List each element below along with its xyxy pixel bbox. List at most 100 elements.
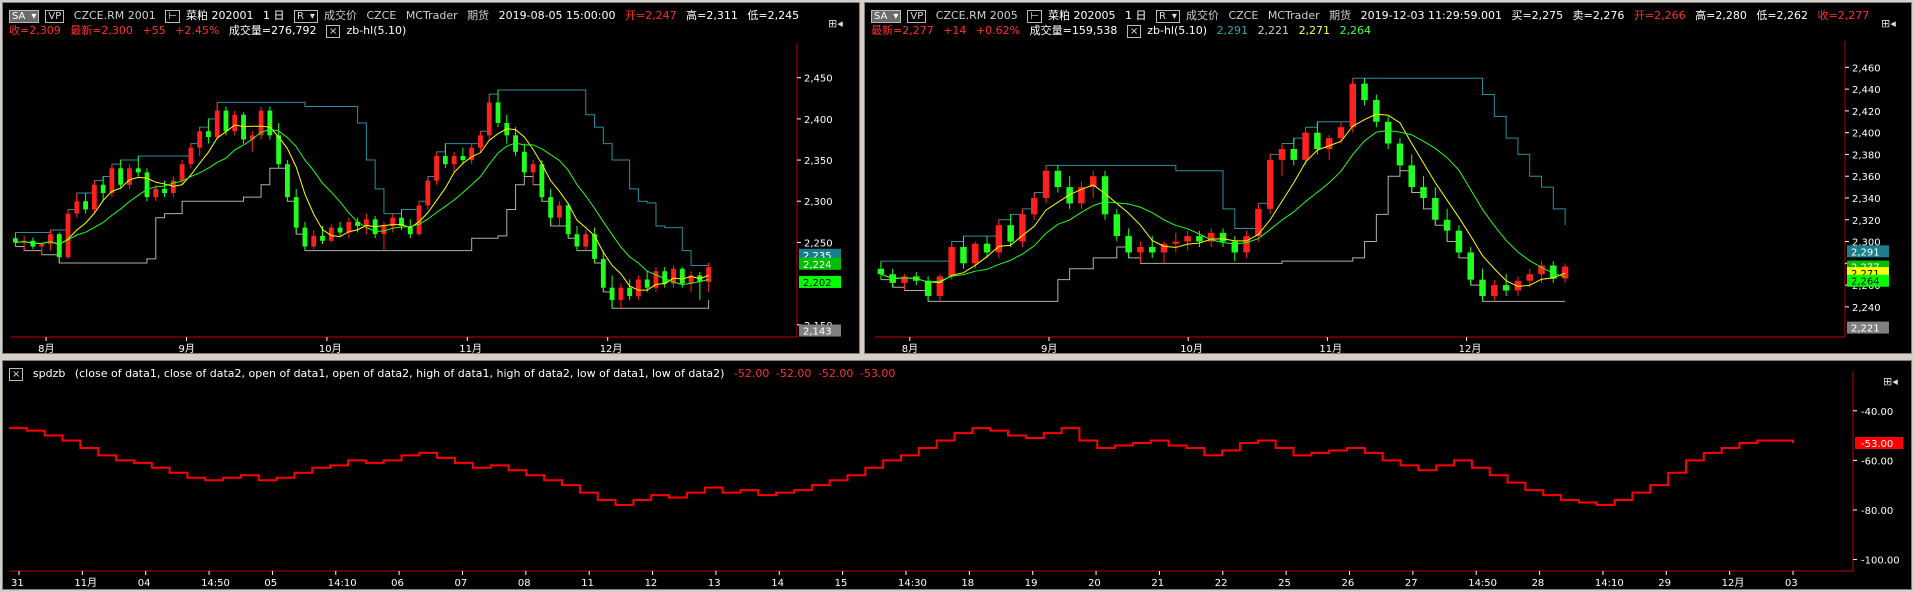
candle-body — [153, 188, 159, 198]
candle-body — [1314, 132, 1321, 149]
candle-body — [1373, 99, 1380, 122]
y-tick-label: 2,360 — [1852, 172, 1881, 183]
y-tick-label: 2,400 — [804, 115, 833, 126]
candle-body — [530, 164, 536, 173]
price-tag-label: 2,221 — [1851, 324, 1880, 335]
candle-body — [960, 246, 967, 264]
candle-body — [39, 244, 45, 247]
candle-body — [65, 213, 71, 258]
candle-body — [91, 184, 97, 210]
x-tick-label: 25 — [1278, 578, 1291, 589]
candle-body — [127, 168, 132, 185]
candle-body — [565, 205, 571, 235]
price-tag-label: 2,202 — [803, 278, 832, 289]
candle-body — [1184, 236, 1191, 242]
candle-body — [936, 276, 944, 296]
candle-body — [1243, 236, 1250, 253]
candle-body — [495, 102, 501, 123]
y-tick-label: -80.00 — [1861, 506, 1893, 517]
x-tick-label: 12月 — [1722, 577, 1745, 589]
x-tick-label: 15 — [835, 578, 848, 589]
candle-body — [1361, 83, 1368, 100]
candle-body — [635, 279, 641, 296]
x-tick-label: 28 — [1532, 578, 1545, 589]
candle-body — [214, 110, 220, 137]
candle-body — [983, 243, 991, 253]
price-tag-label: 2,224 — [803, 260, 832, 271]
candle-body — [337, 227, 343, 233]
price-tag-label: 2,264 — [1851, 277, 1880, 288]
candle-body — [539, 164, 545, 198]
candle-body — [1502, 285, 1510, 291]
y-tick-label: 2,320 — [1852, 216, 1881, 227]
candle-body — [1337, 127, 1345, 139]
y-tick-label: 2,340 — [1852, 194, 1881, 205]
candle-body — [583, 234, 589, 247]
candle-body — [557, 205, 562, 218]
x-tick-label: 14:50 — [201, 578, 230, 589]
price-tag-label: 2,291 — [1851, 247, 1880, 258]
candle-body — [1538, 265, 1545, 275]
x-tick-label: 12月 — [600, 343, 623, 354]
candle-body — [442, 155, 448, 165]
candle-body — [1467, 252, 1474, 280]
price-chart-rm2001[interactable]: 2,4502,4002,3502,3002,2502,1508月9月10月11月… — [3, 3, 860, 354]
price-chart-rm2005[interactable]: 2,460 2,440 2,420 2,400 2,380 2,360 2,340 2,320… — [865, 3, 1912, 354]
candle-body — [293, 197, 299, 228]
spread-line — [9, 427, 1794, 506]
spread-indicator-window[interactable]: × spdzb (close of data1, close of data2,… — [2, 360, 1912, 590]
candle-body — [100, 184, 106, 193]
candle-body — [1408, 165, 1415, 188]
candle-body — [1054, 170, 1062, 188]
candle-body — [1491, 285, 1498, 296]
candle-body — [1455, 230, 1463, 253]
candle-body — [1302, 132, 1309, 160]
candle-body — [1007, 225, 1014, 242]
candle-body — [1125, 236, 1132, 253]
candle-body — [56, 234, 62, 258]
candle-body — [548, 197, 554, 218]
x-tick-label: 18 — [961, 578, 974, 589]
y-tick-label: 2,240 — [1852, 303, 1881, 314]
x-tick-label: 9月 — [1041, 343, 1057, 354]
chart-window-rm2001[interactable]: SA ▾ VP CZCE.RM 2001 ⊢ 菜粕 202001 1 日 R ▾ 成交价 … — [2, 2, 860, 354]
y-tick-label: -60.00 — [1861, 456, 1893, 467]
x-tick-label: 13 — [708, 578, 721, 589]
candle-body — [600, 258, 606, 288]
x-tick-label: 14:10 — [1595, 578, 1624, 589]
x-tick-label: 11月 — [74, 577, 97, 589]
x-tick-label: 12月 — [1459, 343, 1482, 354]
candle-body — [592, 234, 597, 259]
y-tick-label: 2,400 — [1852, 129, 1881, 140]
candle-body — [1349, 83, 1357, 128]
x-tick-label: 14:30 — [898, 578, 927, 589]
x-tick-label: 05 — [264, 578, 277, 589]
candle-body — [1384, 121, 1392, 144]
candle-body — [1148, 246, 1156, 253]
x-tick-label: 19 — [1025, 578, 1038, 589]
x-tick-label: 27 — [1405, 578, 1418, 589]
y-tick-label: 2,300 — [804, 197, 833, 208]
x-tick-label: 8月 — [38, 343, 54, 354]
candle-body — [109, 168, 115, 193]
y-tick-label: 2,350 — [804, 156, 833, 167]
candle-body — [1231, 241, 1239, 253]
x-tick-label: 21 — [1151, 578, 1164, 589]
x-tick-label: 11月 — [1319, 343, 1342, 354]
candle-body — [320, 235, 325, 241]
candle-body — [574, 234, 580, 247]
y-tick-label: 2,420 — [1852, 107, 1881, 118]
candle-body — [144, 172, 150, 198]
candle-body — [1290, 148, 1298, 160]
x-tick-label: 10月 — [319, 343, 342, 354]
candle-body — [1113, 214, 1121, 237]
x-tick-label: 9月 — [179, 343, 195, 354]
candle-body — [486, 102, 492, 136]
candle-body — [197, 131, 203, 148]
candle-body — [679, 268, 685, 284]
spread-chart[interactable]: -40.00 -60.00 -80.00 -100.00 -53.00 31 11月 04 14… — [3, 361, 1912, 590]
candle-body — [1432, 197, 1439, 220]
candle-body — [1172, 241, 1180, 244]
x-tick-label: 14:50 — [1468, 578, 1497, 589]
chart-window-rm2005[interactable]: SA ▾ VP CZCE.RM 2005 ⊢ 菜粕 202005 1 日 R ▾ 成交价 … — [864, 2, 1912, 354]
